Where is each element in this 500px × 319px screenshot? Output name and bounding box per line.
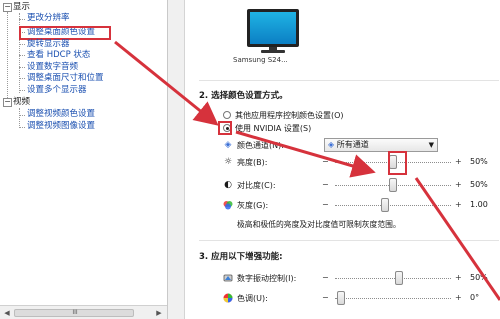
- tree-connector: [19, 127, 25, 128]
- selected-item-highlight: [19, 26, 111, 40]
- hue-value: 0°: [470, 293, 480, 302]
- vibrance-minus: −: [322, 273, 329, 282]
- hue-slider-thumb[interactable]: [337, 291, 345, 305]
- digital-vibrance-slider[interactable]: [335, 278, 451, 279]
- brightness-thumb-highlight: [388, 151, 407, 175]
- tree-item-hdcp-status[interactable]: 查看 HDCP 状态: [27, 50, 90, 61]
- section-2-title: 2. 选择颜色设置方式。: [199, 91, 288, 101]
- radio-use-nvidia-label[interactable]: 使用 NVIDIA 设置(S): [235, 123, 311, 134]
- tree-connector: [19, 90, 25, 91]
- color-channel-icon: ◈: [224, 140, 232, 150]
- collapse-video-toggle[interactable]: −: [3, 98, 12, 107]
- horizontal-scrollbar[interactable]: ◀ III ▶: [0, 305, 167, 319]
- gamma-plus: +: [455, 200, 462, 209]
- scroll-right-icon[interactable]: ▶: [154, 308, 164, 318]
- monitor-icon[interactable]: [247, 9, 299, 47]
- gamma-icon: [223, 200, 233, 213]
- collapse-display-toggle[interactable]: −: [3, 3, 12, 12]
- scrollbar-grip: III: [72, 309, 78, 316]
- hue-icon: [223, 293, 233, 306]
- tree-category-display[interactable]: 显示: [13, 2, 30, 13]
- tree-category-video[interactable]: 视频: [13, 97, 30, 108]
- range-note: 极高和极低的亮度及对比度值可限制灰度范围。: [237, 220, 401, 229]
- vibrance-icon: [223, 273, 233, 286]
- divider: [199, 80, 499, 81]
- brightness-plus: +: [455, 157, 462, 166]
- tree-item-multiple-displays[interactable]: 设置多个显示器: [27, 85, 87, 96]
- tree-connector: [19, 108, 20, 128]
- brightness-minus: −: [322, 157, 329, 166]
- gamma-value: 1.00: [470, 200, 488, 209]
- contrast-label: 对比度(C):: [237, 181, 276, 190]
- hue-label: 色调(U):: [237, 294, 268, 303]
- tree-connector: [19, 55, 25, 56]
- vibrance-plus: +: [455, 273, 462, 282]
- tree-item-desktop-size-position[interactable]: 调整桌面尺寸和位置: [27, 73, 104, 84]
- tree-item-digital-audio[interactable]: 设置数字音频: [27, 62, 78, 73]
- contrast-plus: +: [455, 180, 462, 189]
- hue-slider[interactable]: [335, 298, 451, 299]
- brightness-icon: ☼: [223, 157, 233, 167]
- tree-item-video-image[interactable]: 调整视频图像设置: [27, 121, 95, 132]
- brightness-label: 亮度(B):: [237, 158, 268, 167]
- monitor-stand-base: [261, 50, 285, 53]
- tree-connector: [19, 67, 25, 68]
- contrast-minus: −: [322, 180, 329, 189]
- gamma-minus: −: [322, 200, 329, 209]
- tree-connector: [7, 12, 8, 104]
- contrast-value: 50%: [470, 180, 488, 189]
- gamma-slider[interactable]: [335, 205, 451, 206]
- digital-vibrance-slider-thumb[interactable]: [395, 271, 403, 285]
- tree-item-rotate-display[interactable]: 旋转显示器: [27, 39, 70, 50]
- color-settings-panel: Samsung S24... 2. 选择颜色设置方式。 其他应用程序控制颜色设置…: [185, 0, 500, 319]
- digital-vibrance-label: 数字振动控制(I):: [237, 274, 297, 283]
- chevron-down-icon: ▼: [428, 141, 434, 149]
- color-channel-value: 所有通道: [336, 140, 369, 149]
- radio-other-apps-label[interactable]: 其他应用程序控制颜色设置(O): [235, 110, 344, 121]
- tree-connector: [19, 44, 25, 45]
- tree-connector: [19, 115, 25, 116]
- brightness-value: 50%: [470, 157, 488, 166]
- hue-plus: +: [455, 293, 462, 302]
- digital-vibrance-value: 50%: [470, 273, 488, 282]
- tree-item-change-resolution[interactable]: 更改分辨率: [27, 13, 70, 24]
- gamma-label: 灰度(G):: [237, 201, 269, 210]
- tree-connector: [19, 78, 25, 79]
- color-channel-select[interactable]: ◈ 所有通道 ▼: [324, 138, 438, 152]
- hue-minus: −: [322, 293, 329, 302]
- radio-highlight-box: [218, 121, 232, 135]
- contrast-icon: ◐: [224, 180, 232, 190]
- navigation-tree: − 显示 更改分辨率 调整桌面颜色设置 旋转显示器 查看 HDCP 状态 设置数…: [0, 0, 168, 319]
- section-3-title: 3. 应用以下增强功能:: [199, 252, 283, 262]
- monitor-label: Samsung S24...: [233, 56, 288, 64]
- contrast-slider-thumb[interactable]: [389, 178, 397, 192]
- gamma-slider-thumb[interactable]: [381, 198, 389, 212]
- tree-connector: [19, 13, 20, 93]
- divider: [199, 240, 499, 241]
- scroll-left-icon[interactable]: ◀: [2, 308, 12, 318]
- color-channel-label: 颜色通道(N):: [237, 141, 284, 150]
- tree-item-video-color[interactable]: 调整视频颜色设置: [27, 109, 95, 120]
- pane-splitter[interactable]: [168, 0, 185, 319]
- tree-connector: [19, 19, 25, 20]
- radio-other-apps[interactable]: [223, 111, 231, 119]
- channel-icon: ◈: [328, 140, 337, 149]
